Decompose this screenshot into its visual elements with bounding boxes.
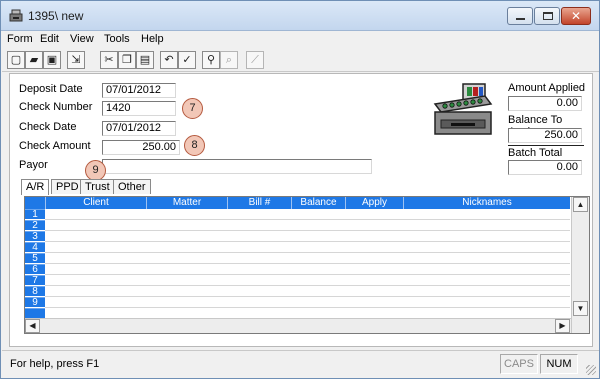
table-row[interactable] xyxy=(45,296,570,297)
check-amount-label: Check Amount xyxy=(19,140,91,152)
open-in-icon[interactable]: ⇲ xyxy=(67,51,85,69)
num-indicator: NUM xyxy=(540,354,578,374)
magic-wand-icon[interactable]: ⟋ xyxy=(246,51,264,69)
callout-8: 8 xyxy=(184,135,205,156)
title-bar[interactable]: 1395\ new ✕ xyxy=(1,1,599,31)
row-number-6[interactable]: 6 xyxy=(25,264,45,275)
table-row[interactable] xyxy=(45,219,570,220)
col-matter[interactable]: Matter xyxy=(146,197,227,209)
spellcheck-icon[interactable]: ✓ xyxy=(178,51,196,69)
table-row[interactable] xyxy=(45,263,570,264)
tab-ppd[interactable]: PPD xyxy=(51,179,84,194)
col-client[interactable]: Client xyxy=(45,197,146,209)
row-number-2[interactable]: 2 xyxy=(25,220,45,231)
menu-edit[interactable]: Edit xyxy=(40,33,59,45)
cash-register-icon xyxy=(433,83,493,135)
row-number-1[interactable]: 1 xyxy=(25,209,45,220)
undo-icon[interactable]: ↶ xyxy=(160,51,178,69)
save-icon[interactable]: ▣ xyxy=(43,51,61,69)
menu-form[interactable]: Form xyxy=(7,33,33,45)
tab-other[interactable]: Other xyxy=(113,179,151,194)
table-row[interactable] xyxy=(45,230,570,231)
check-number-field[interactable]: 1420 xyxy=(102,101,176,116)
minimize-button[interactable] xyxy=(507,7,533,25)
menu-view[interactable]: View xyxy=(70,33,94,45)
minimize-icon xyxy=(516,18,525,20)
close-icon: ✕ xyxy=(570,9,582,23)
row-number-8[interactable]: 8 xyxy=(25,286,45,297)
col-apply[interactable]: Apply xyxy=(345,197,403,209)
open-folder-icon[interactable]: ▰ xyxy=(25,51,43,69)
table-row[interactable] xyxy=(45,252,570,253)
tab-ar[interactable]: A/R xyxy=(21,179,50,195)
amount-applied-field: 0.00 xyxy=(508,96,582,111)
paste-icon[interactable]: ▤ xyxy=(136,51,154,69)
corner-cell xyxy=(25,197,45,209)
callout-7: 7 xyxy=(182,98,203,119)
col-bill-number[interactable]: Bill # xyxy=(227,197,291,209)
row-number-blank xyxy=(25,308,45,318)
maximize-icon xyxy=(543,12,553,20)
copy-icon[interactable]: ❐ xyxy=(118,51,136,69)
deposit-form: Deposit Date 07/01/2012 Check Number 142… xyxy=(9,73,593,347)
table-row[interactable] xyxy=(45,274,570,275)
table-row[interactable] xyxy=(45,241,570,242)
scroll-up-icon[interactable]: ▲ xyxy=(573,197,588,212)
payor-field[interactable] xyxy=(102,159,372,174)
row-number-3[interactable]: 3 xyxy=(25,231,45,242)
maximize-button[interactable] xyxy=(534,7,560,25)
status-help-text: For help, press F1 xyxy=(10,358,100,370)
toolbar: ▢ ▰ ▣ ⇲ ✂ ❐ ▤ ↶ ✓ ⚲ ⌕ ⟋ xyxy=(2,48,599,72)
status-bar: For help, press F1 CAPS NUM xyxy=(2,350,599,378)
menu-help[interactable]: Help xyxy=(141,33,164,45)
scroll-left-icon[interactable]: ◀ xyxy=(25,319,40,333)
amount-applied-label: Amount Applied xyxy=(508,82,586,94)
callout-9: 9 xyxy=(85,160,106,181)
deposit-date-label: Deposit Date xyxy=(19,83,83,95)
find-icon[interactable]: ⚲ xyxy=(202,51,220,69)
vertical-scrollbar[interactable]: ▲ ▼ xyxy=(571,197,589,333)
batch-total-field: 0.00 xyxy=(508,160,582,175)
deposit-date-field[interactable]: 07/01/2012 xyxy=(102,83,176,98)
grid-header: Client Matter Bill # Balance Apply Nickn… xyxy=(25,197,570,209)
allocation-grid[interactable]: Client Matter Bill # Balance Apply Nickn… xyxy=(24,196,590,334)
scroll-down-icon[interactable]: ▼ xyxy=(573,301,588,316)
new-document-icon[interactable]: ▢ xyxy=(7,51,25,69)
horizontal-scrollbar[interactable]: ◀ ▶ xyxy=(25,318,571,333)
check-amount-field[interactable]: 250.00 xyxy=(102,140,180,155)
resize-grip-icon[interactable] xyxy=(586,365,596,375)
row-number-9[interactable]: 9 xyxy=(25,297,45,308)
cut-icon[interactable]: ✂ xyxy=(100,51,118,69)
row-number-5[interactable]: 5 xyxy=(25,253,45,264)
close-button[interactable]: ✕ xyxy=(561,7,591,25)
tab-trust[interactable]: Trust xyxy=(80,179,115,194)
caps-indicator: CAPS xyxy=(500,354,538,374)
cash-register-icon xyxy=(9,9,23,22)
balance-to-apply-field: 250.00 xyxy=(508,128,582,143)
menu-bar: Form Edit View Tools Help xyxy=(2,31,599,48)
row-number-4[interactable]: 4 xyxy=(25,242,45,253)
col-nicknames[interactable]: Nicknames xyxy=(403,197,570,209)
check-date-field[interactable]: 07/01/2012 xyxy=(102,121,176,136)
search-icon[interactable]: ⌕ xyxy=(220,51,238,69)
menu-tools[interactable]: Tools xyxy=(104,33,130,45)
row-number-7[interactable]: 7 xyxy=(25,275,45,286)
col-balance[interactable]: Balance xyxy=(291,197,345,209)
table-row[interactable] xyxy=(45,285,570,286)
batch-total-label: Batch Total xyxy=(508,147,563,159)
payor-label: Payor xyxy=(19,159,48,171)
window-title: 1395\ new xyxy=(28,9,84,23)
table-row[interactable] xyxy=(45,307,570,308)
app-window: 1395\ new ✕ Form Edit View Tools Help ▢ … xyxy=(0,0,600,379)
check-date-label: Check Date xyxy=(19,121,77,133)
total-separator xyxy=(508,145,584,146)
scroll-right-icon[interactable]: ▶ xyxy=(555,319,570,333)
check-number-label: Check Number xyxy=(19,101,93,113)
